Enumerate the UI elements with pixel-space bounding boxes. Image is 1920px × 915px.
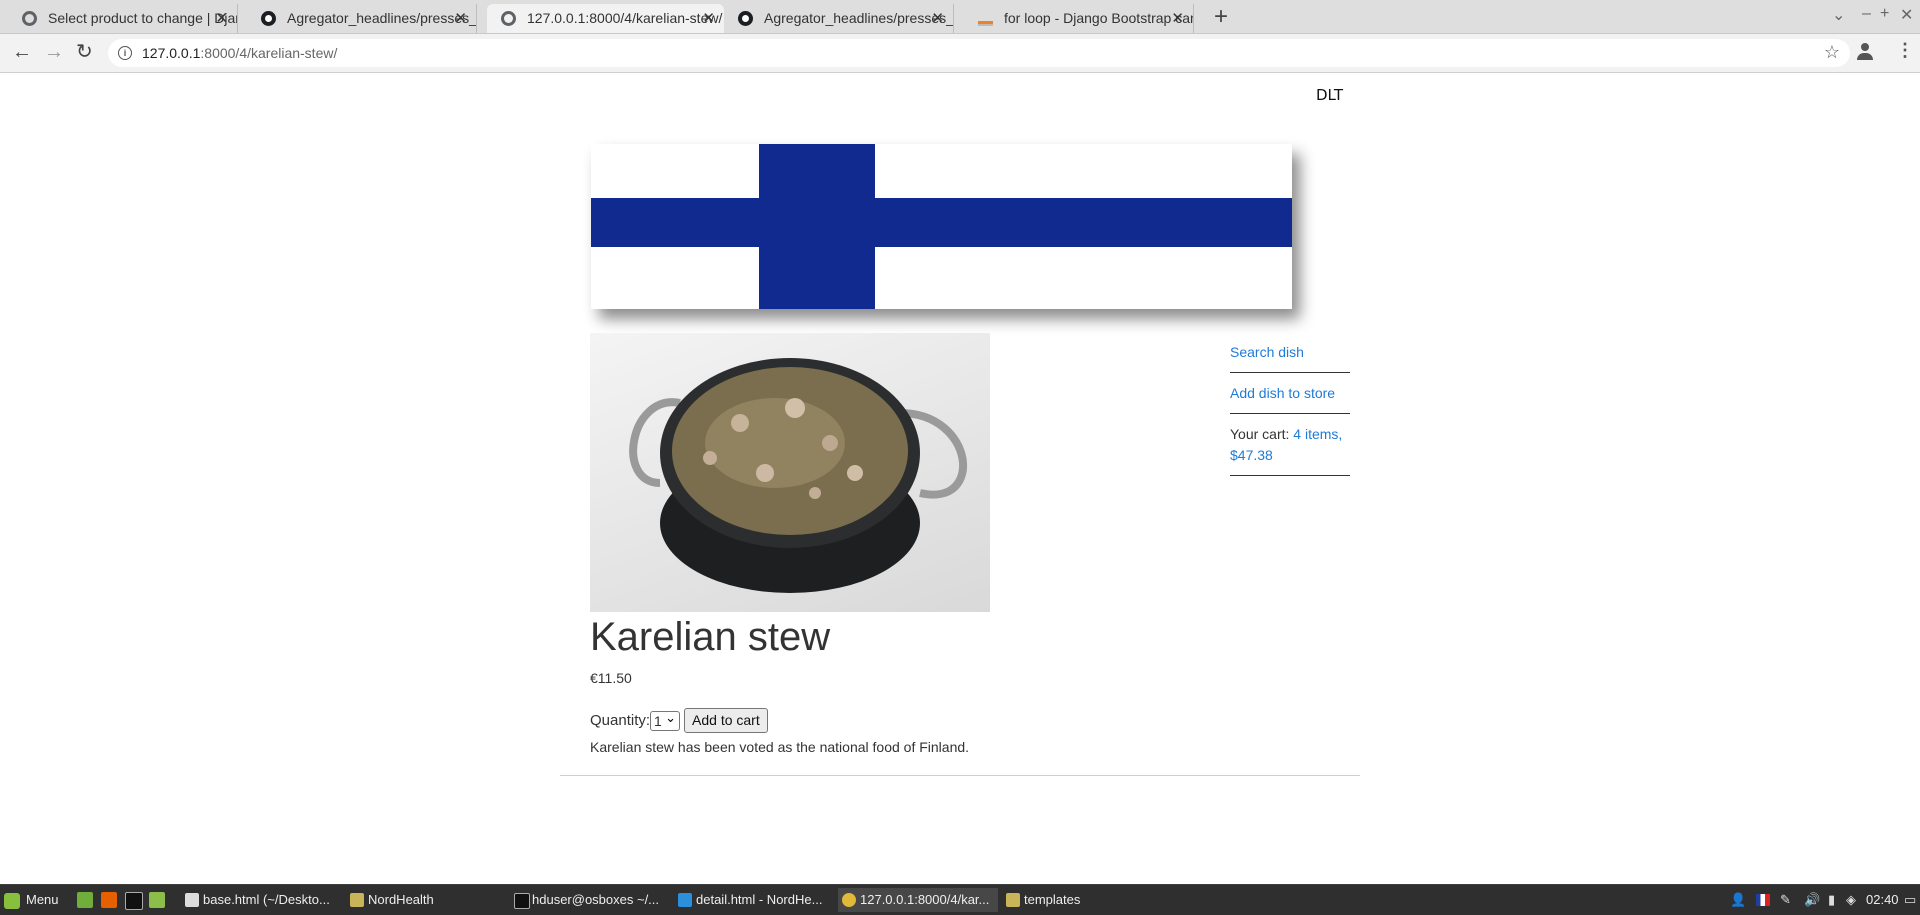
- tab-title: Agregator_headlines/presses_headlines: [764, 10, 954, 26]
- add-dish-link[interactable]: Add dish to store: [1230, 385, 1335, 401]
- address-bar[interactable]: i 127.0.0.1:8000/4/karelian-stew/ ☆: [108, 39, 1850, 67]
- close-icon[interactable]: ✕: [1171, 4, 1184, 33]
- sidebar: Search dish Add dish to store Your cart:…: [1230, 342, 1350, 486]
- maximize-icon[interactable]: +: [1880, 5, 1889, 23]
- browser-tab[interactable]: Agregator_headlines/presses_headlines ✕: [247, 4, 477, 33]
- tab-title: Select product to change | Django site a…: [48, 10, 237, 26]
- brand-link[interactable]: DLT: [1316, 86, 1343, 104]
- battery-icon[interactable]: ▮: [1828, 890, 1835, 910]
- taskbar-item-active[interactable]: 127.0.0.1:8000/4/kar...: [838, 888, 998, 912]
- product-title: Karelian stew: [590, 615, 831, 659]
- add-to-cart-form: Quantity:1Add to cart: [590, 708, 768, 733]
- taskbar-item[interactable]: NordHealth: [346, 888, 506, 912]
- sidebar-item-add: Add dish to store: [1230, 383, 1350, 414]
- divider: [560, 775, 1360, 776]
- user-icon[interactable]: 👤: [1730, 890, 1746, 910]
- show-desktop-icon[interactable]: [77, 892, 93, 908]
- browser-tab-bar: Select product to change | Django site a…: [0, 0, 1920, 34]
- browser-toolbar: ← → ↻ i 127.0.0.1:8000/4/karelian-stew/ …: [0, 34, 1920, 73]
- product-price: €11.50: [590, 670, 632, 686]
- shield-icon[interactable]: ◈: [1846, 890, 1856, 910]
- taskbar-item[interactable]: hduser@osboxes ~/...: [510, 888, 670, 912]
- sidebar-item-cart: Your cart: 4 items, $47.38: [1230, 424, 1350, 476]
- folder-icon[interactable]: [149, 892, 165, 908]
- bookmark-star-icon[interactable]: ☆: [1824, 42, 1840, 63]
- close-icon[interactable]: ✕: [454, 4, 467, 33]
- close-icon[interactable]: ✕: [702, 4, 715, 33]
- flag-cross-horizontal: [591, 198, 1292, 247]
- stackoverflow-icon: [978, 11, 993, 26]
- taskbar-item[interactable]: detail.html - NordHe...: [674, 888, 834, 912]
- terminal-icon[interactable]: [125, 892, 143, 910]
- sidebar-item-search: Search dish: [1230, 342, 1350, 373]
- reload-icon[interactable]: ↻: [76, 40, 93, 64]
- tab-title: Agregator_headlines/presses_headlines: [287, 10, 477, 26]
- quantity-label: Quantity:: [590, 712, 651, 729]
- cart-label: Your cart:: [1230, 426, 1290, 442]
- minimize-icon[interactable]: –: [1862, 5, 1871, 23]
- browser-tab-active[interactable]: 127.0.0.1:8000/4/karelian-stew/ ✕: [487, 4, 724, 33]
- text-editor-icon: [185, 893, 199, 907]
- start-menu-button[interactable]: Menu: [4, 890, 59, 910]
- add-to-cart-button[interactable]: Add to cart: [684, 708, 768, 733]
- vscode-icon: [678, 893, 692, 907]
- firefox-icon[interactable]: [101, 892, 117, 908]
- taskbar-item[interactable]: templates: [1002, 888, 1162, 912]
- keyboard-layout-flag-icon[interactable]: [1756, 894, 1770, 906]
- network-icon[interactable]: ✎: [1780, 890, 1791, 910]
- quantity-select[interactable]: 1: [650, 709, 681, 731]
- github-icon: [738, 11, 753, 26]
- info-icon[interactable]: i: [118, 46, 132, 60]
- product-description: Karelian stew has been voted as the nati…: [590, 739, 970, 755]
- browser-tab[interactable]: Select product to change | Django site a…: [8, 4, 238, 33]
- search-dish-link[interactable]: Search dish: [1230, 344, 1304, 360]
- forward-icon[interactable]: →: [44, 40, 64, 64]
- browser-tab[interactable]: for loop - Django Bootstrap cards ✕: [964, 4, 1194, 33]
- globe-icon: [22, 11, 37, 26]
- browser-tab[interactable]: Agregator_headlines/presses_headlines ✕: [724, 4, 954, 33]
- folder-icon: [1006, 893, 1020, 907]
- account-icon[interactable]: [1856, 42, 1874, 60]
- github-icon: [261, 11, 276, 26]
- close-icon[interactable]: ✕: [215, 4, 228, 33]
- menu-kebab-icon[interactable]: ⋮: [1896, 40, 1914, 61]
- terminal-icon: [514, 893, 530, 909]
- close-icon[interactable]: ✕: [931, 4, 944, 33]
- close-window-icon[interactable]: ✕: [1900, 5, 1913, 25]
- globe-icon: [501, 11, 516, 26]
- url-text[interactable]: 127.0.0.1:8000/4/karelian-stew/: [142, 39, 337, 67]
- volume-icon[interactable]: 🔊: [1804, 890, 1820, 910]
- os-taskbar: Menu base.html (~/Deskto... NordHealth h…: [0, 884, 1920, 915]
- dish-image: [590, 333, 990, 612]
- clock[interactable]: 02:40: [1866, 890, 1899, 910]
- hero-banner-flag: [591, 144, 1292, 309]
- new-tab-button[interactable]: +: [1214, 2, 1228, 32]
- folder-icon: [350, 893, 364, 907]
- taskbar-item[interactable]: base.html (~/Deskto...: [181, 888, 341, 912]
- tab-search-icon[interactable]: ⌄: [1832, 5, 1845, 25]
- tab-title: 127.0.0.1:8000/4/karelian-stew/: [527, 10, 723, 26]
- stew-pot-illustration: [629, 358, 968, 593]
- back-icon[interactable]: ←: [12, 40, 32, 64]
- notifications-icon[interactable]: ▭: [1904, 890, 1916, 910]
- mint-logo-icon: [4, 892, 20, 909]
- tab-title: for loop - Django Bootstrap cards: [1004, 10, 1194, 26]
- chrome-icon: [842, 893, 856, 907]
